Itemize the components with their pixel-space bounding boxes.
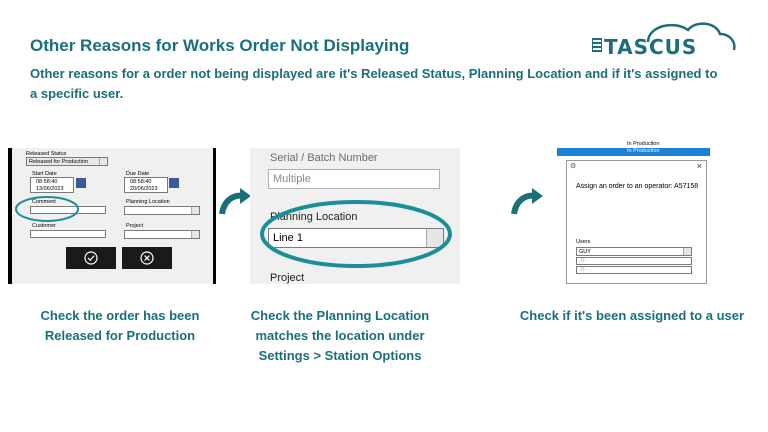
assign-operator-screenshot: In Production In Production ⚙ × Assign a… — [557, 140, 710, 284]
serial-label: Serial / Batch Number — [270, 152, 378, 164]
users-option[interactable]: -0- — [576, 257, 692, 265]
users-label: Users — [576, 239, 591, 245]
project-select[interactable] — [124, 230, 200, 239]
users-option[interactable]: -0- — [576, 266, 692, 274]
caption-planning-location: Check the Planning Location matches the l… — [250, 308, 430, 363]
project-label: Project — [270, 272, 305, 284]
caption-released-status: Check the order has been Released for Pro… — [40, 308, 200, 343]
x-circle-icon — [140, 251, 154, 265]
arrow-icon — [511, 188, 543, 215]
status-row: In Production — [627, 141, 660, 147]
check-circle-icon — [84, 251, 98, 265]
planning-location-screenshot: Serial / Batch Number Multiple Planning … — [250, 148, 460, 284]
dialog-message: Assign an order to an operator: A57158 — [576, 183, 699, 190]
serial-input[interactable]: Multiple — [268, 169, 440, 189]
customer-input[interactable] — [30, 230, 106, 238]
highlight-ellipse — [260, 200, 452, 268]
arrow-icon — [219, 188, 251, 215]
assign-dialog: ⚙ × Assign an order to an operator: A571… — [566, 160, 707, 284]
page-title: Other Reasons for Works Order Not Displa… — [30, 36, 410, 55]
logo-text: TASCUS — [604, 35, 698, 59]
calendar-icon[interactable] — [76, 178, 86, 188]
selected-row[interactable]: In Production — [557, 148, 710, 156]
calendar-icon[interactable] — [169, 178, 179, 188]
start-date-field[interactable]: 08:58:40 13/06/2023 — [30, 177, 74, 193]
page-subtitle: Other reasons for a order not being disp… — [30, 66, 718, 101]
caption-assigned-user: Check if it's been assigned to a user — [519, 308, 745, 323]
due-date-field[interactable]: 08:58:40 20/06/2023 — [124, 177, 168, 193]
users-select[interactable]: GUY — [576, 247, 692, 256]
order-form-screenshot: Released Status Released for Production … — [8, 148, 216, 284]
tascus-logo: TASCUS — [588, 16, 740, 62]
app-icon: ⚙ — [570, 163, 577, 170]
close-icon[interactable]: × — [697, 161, 702, 171]
highlight-ellipse — [15, 196, 79, 222]
confirm-button[interactable] — [66, 247, 116, 269]
planning-location-label: Planning Location — [126, 199, 170, 205]
cancel-button[interactable] — [122, 247, 172, 269]
released-status-select[interactable]: Released for Production — [26, 157, 108, 166]
planning-location-select[interactable] — [124, 206, 200, 215]
project-label: Project — [126, 223, 144, 229]
